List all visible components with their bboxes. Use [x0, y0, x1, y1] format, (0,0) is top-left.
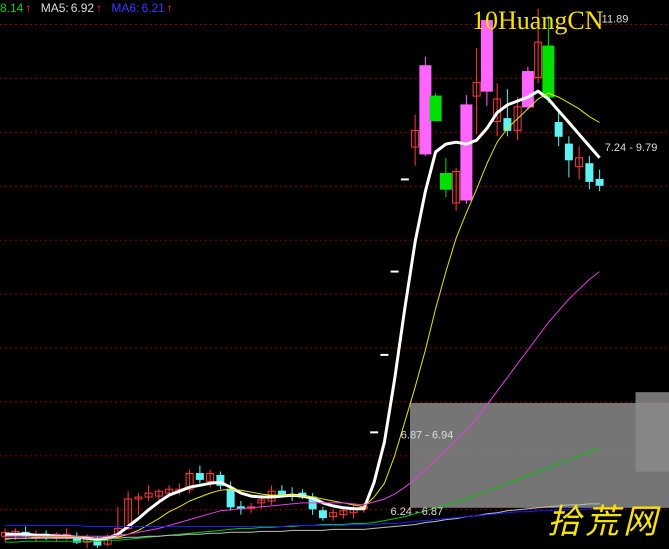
ma5-value: 6.92 — [70, 1, 95, 15]
candle-body — [542, 45, 555, 98]
candle-body — [595, 178, 604, 186]
candle-body — [554, 122, 563, 137]
legend-arrow: ↑ — [166, 1, 173, 15]
candle-body — [585, 163, 594, 182]
candle-body — [460, 104, 473, 201]
candle-body — [195, 473, 204, 480]
ma-legend: 8.14 ↑ MA5: 6.92 ↑ MA6: 6.21 ↑ — [0, 1, 175, 15]
ma5-label: MA5: — [40, 1, 69, 15]
candle-body — [419, 65, 432, 155]
candle-body — [521, 71, 534, 108]
candle-body — [439, 173, 452, 190]
price-zone — [635, 392, 669, 472]
candle-body — [318, 510, 327, 519]
moving-average-line — [5, 503, 600, 539]
price-label: 6.24 - 6.87 — [391, 506, 444, 518]
legend-arrow: ↑ — [25, 1, 32, 15]
price-zone — [410, 402, 669, 508]
price-label: 11.89 — [602, 14, 629, 26]
chart-stage: 11.89 7.24 - 9.79 6.87 - 6.94 6.24 - 6.87 8… — [0, 0, 669, 549]
moving-average-line — [5, 508, 600, 527]
brand-text: 10HuangCN — [472, 6, 604, 35]
candlestick-chart: 11.89 7.24 - 9.79 6.87 - 6.94 6.24 - 6.87 — [0, 8, 669, 549]
candle-body — [226, 488, 235, 508]
legend-arrow: ↑ — [96, 1, 103, 15]
ma6-value: 6.21 — [141, 1, 165, 15]
candle-body — [564, 143, 573, 161]
candle-body — [429, 95, 442, 122]
watermark-text: 拾荒网 — [547, 502, 661, 542]
ma-first-value: 8.14 — [0, 1, 24, 15]
price-label: 7.24 - 9.79 — [605, 142, 658, 154]
price-label: 6.87 - 6.94 — [401, 429, 454, 441]
ma6-label: MA6: — [111, 1, 140, 15]
